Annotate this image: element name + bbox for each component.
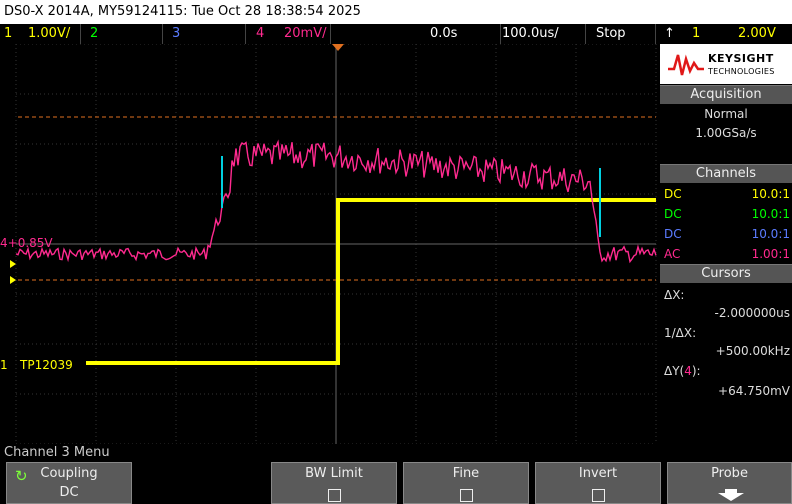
softkey-fine-label: Fine: [452, 466, 480, 481]
run-state[interactable]: Stop: [596, 24, 626, 44]
softkey-fine[interactable]: Fine: [403, 462, 529, 504]
brand-logo: KEYSIGHT TECHNOLOGIES: [660, 44, 792, 84]
channel-row-2[interactable]: DC 10.0:1: [662, 204, 790, 224]
sample-rate: 1.00GSa/s: [695, 126, 757, 140]
cursor-inv-value: +500.00kHz: [715, 344, 790, 358]
acquisition-header[interactable]: Acquisition: [660, 85, 792, 104]
ch4-ground-marker[interactable]: [10, 260, 16, 268]
channels-header[interactable]: Channels: [660, 164, 792, 183]
channel-row-1[interactable]: DC 10.0:1: [662, 184, 790, 204]
brand-sub: TECHNOLOGIES: [708, 67, 775, 76]
softkey-probe-label: Probe: [711, 466, 748, 481]
softkey-probe[interactable]: Probe: [667, 462, 792, 504]
ch4-number[interactable]: 4: [256, 24, 264, 44]
brand-name: KEYSIGHT: [708, 52, 774, 65]
cursor-inv-label: 1/ΔX:: [664, 326, 697, 340]
channel-row-4[interactable]: AC 1.00:1: [662, 244, 790, 264]
ch4-offset-marker[interactable]: [10, 276, 16, 284]
softkey-invert[interactable]: Invert: [535, 462, 661, 504]
waveform-svg: 4+0.85V 1 TP12039: [0, 43, 657, 445]
waveform-display[interactable]: 4+0.85V 1 TP12039: [0, 43, 660, 445]
ch2-probe: 10.0:1: [751, 207, 790, 221]
cursor-dx-value: -2.000000us: [714, 306, 790, 320]
status-bar: 1 1.00V/ 2 3 4 20mV/ 0.0s 100.0us/ Stop …: [0, 24, 792, 44]
timebase[interactable]: 100.0us/: [502, 24, 559, 44]
softkey-bw-limit-label: BW Limit: [305, 466, 363, 481]
cursor-dx-label: ΔX:: [664, 288, 685, 302]
submenu-arrow-icon: [718, 489, 744, 501]
ch1-coupling: DC: [664, 187, 682, 201]
ch4-scale[interactable]: 20mV/: [284, 24, 326, 44]
softkey-coupling[interactable]: ↻ Coupling DC: [6, 462, 132, 504]
trigger-source[interactable]: 1: [692, 24, 700, 44]
softkey-bw-limit[interactable]: BW Limit: [271, 462, 397, 504]
menu-title: Channel 3 Menu: [0, 444, 792, 462]
ch3-coupling: DC: [664, 227, 682, 241]
trigger-level[interactable]: 2.00V: [738, 24, 776, 44]
ch3-number[interactable]: 3: [172, 24, 180, 44]
cursors-header[interactable]: Cursors: [660, 264, 792, 283]
ch2-number[interactable]: 2: [90, 24, 98, 44]
ch1-probe: 10.0:1: [751, 187, 790, 201]
ch1-number[interactable]: 1: [4, 24, 12, 44]
time-offset[interactable]: 0.0s: [430, 24, 457, 44]
ch1-scale[interactable]: 1.00V/: [28, 24, 70, 44]
acquisition-mode: Normal: [704, 107, 748, 121]
keysight-wave-icon: [668, 54, 704, 76]
cursor-dy-label: ΔY(4):: [664, 364, 701, 378]
ch2-coupling: DC: [664, 207, 682, 221]
ch4-coupling: AC: [664, 247, 681, 261]
title-bar: DS0-X 2014A, MY59124115: Tue Oct 28 18:3…: [0, 0, 792, 24]
window-title: DS0-X 2014A, MY59124115: Tue Oct 28 18:3…: [4, 4, 361, 19]
ch3-probe: 10.0:1: [751, 227, 790, 241]
fine-checkbox[interactable]: [460, 489, 473, 502]
invert-checkbox[interactable]: [592, 489, 605, 502]
bw-limit-checkbox[interactable]: [328, 489, 341, 502]
softkey-coupling-label: Coupling: [40, 466, 98, 481]
testpoint-label: TP12039: [19, 358, 73, 372]
softkey-coupling-value: DC: [59, 485, 79, 500]
softkey-invert-label: Invert: [578, 466, 618, 481]
ch4-level-label: 4+0.85V: [0, 236, 53, 250]
channel-row-3[interactable]: DC 10.0:1: [662, 224, 790, 244]
cursor-dy-value: +64.750mV: [718, 384, 790, 398]
ch1-ground-label: 1: [0, 358, 8, 372]
trigger-edge-icon: ↑: [664, 26, 675, 41]
ch4-probe: 1.00:1: [751, 247, 790, 261]
side-panel: KEYSIGHT TECHNOLOGIES Acquisition Normal…: [660, 44, 792, 444]
